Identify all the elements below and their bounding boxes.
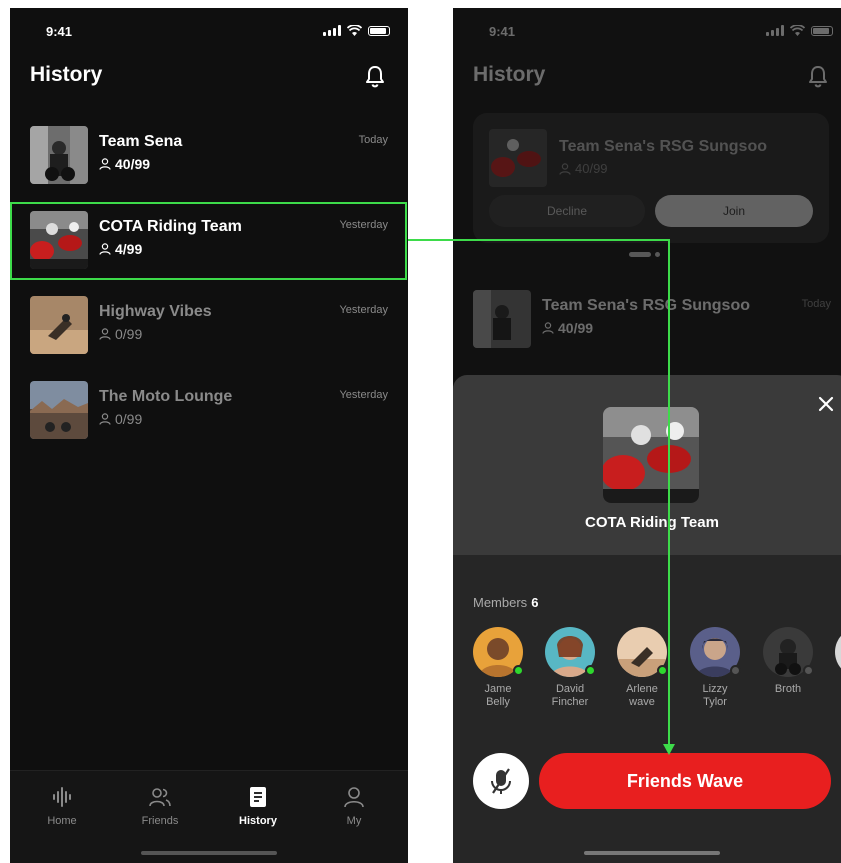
avatar — [473, 627, 524, 677]
member-name: Jame — [484, 683, 512, 695]
row-date: Yesterday — [339, 304, 388, 316]
group-name: Team Sena's RSG Sungsoo — [542, 297, 750, 314]
group-thumbnail — [30, 381, 88, 439]
member-name: Broth — [774, 683, 802, 695]
member-name: Arlene — [626, 683, 658, 695]
wifi-icon — [790, 25, 805, 36]
signal-icon — [323, 25, 341, 36]
bell-icon[interactable] — [364, 64, 386, 88]
friends-wave-button[interactable]: Friends Wave — [539, 753, 831, 809]
document-icon — [250, 787, 266, 807]
member-item[interactable]: Lizzy Tylor — [684, 627, 746, 709]
sheet-group-name: COTA Riding Team — [585, 514, 719, 531]
list-item-rsg-sungsoo[interactable]: Team Sena's RSG Sungsoo 40/99 Today — [453, 280, 841, 362]
join-button[interactable]: Join — [655, 195, 813, 227]
mic-off-icon — [491, 768, 511, 794]
invite-group-name: Team Sena's RSG Sungsoo — [559, 138, 767, 155]
invite-card: Team Sena's RSG Sungsoo 40/99 Decline Jo… — [473, 113, 829, 243]
member-item[interactable]: Arlene wave — [611, 627, 673, 709]
page-indicator — [629, 252, 660, 257]
wifi-icon — [347, 25, 362, 36]
group-thumbnail — [30, 211, 88, 269]
group-thumbnail — [473, 290, 531, 348]
members-count: 6 — [531, 595, 539, 610]
avatar — [835, 627, 841, 677]
status-time: 9:41 — [489, 24, 516, 39]
avatar — [545, 627, 596, 677]
bottom-tab-bar: Home Friends History My — [10, 770, 408, 863]
row-date: Today — [358, 134, 388, 146]
member-count: 0/99 — [99, 411, 142, 427]
friends-icon — [149, 788, 171, 807]
row-date: Today — [801, 298, 831, 310]
person-icon — [559, 162, 571, 175]
tab-home[interactable]: Home — [22, 785, 102, 827]
page-title: History — [473, 63, 546, 86]
online-indicator — [585, 665, 596, 676]
close-icon[interactable] — [817, 395, 835, 413]
history-screen: 9:41 History Team Sena 40/99 Today COTA … — [10, 8, 408, 863]
status-bar: 9:41 — [453, 22, 841, 42]
list-item-highway-vibes[interactable]: Highway Vibes 0/99 Yesterday — [10, 286, 408, 368]
online-indicator — [657, 665, 668, 676]
group-name: The Moto Lounge — [99, 388, 233, 405]
group-name: COTA Riding Team — [99, 218, 242, 235]
group-thumbnail — [489, 129, 547, 187]
tab-history[interactable]: History — [218, 785, 298, 827]
member-item-partial[interactable] — [829, 627, 841, 677]
member-item[interactable]: Broth — [757, 627, 819, 696]
list-item-team-sena[interactable]: Team Sena 40/99 Today — [10, 116, 408, 198]
home-indicator — [141, 851, 277, 855]
tab-friends[interactable]: Friends — [120, 785, 200, 827]
group-name: Highway Vibes — [99, 303, 212, 320]
group-avatar — [603, 407, 699, 503]
home-indicator — [584, 851, 720, 855]
row-date: Yesterday — [339, 219, 388, 231]
avatar — [763, 627, 814, 677]
group-sheet-header: COTA Riding Team — [453, 375, 841, 555]
battery-icon — [811, 26, 833, 36]
member-item[interactable]: Jame Belly — [467, 627, 529, 709]
member-item[interactable]: David Fincher — [539, 627, 601, 709]
offline-indicator — [803, 665, 814, 676]
group-thumbnail — [30, 126, 88, 184]
member-count: 40/99 — [99, 156, 150, 172]
avatar — [617, 627, 668, 677]
group-detail-screen: 9:41 History Team Sena's RSG Sungsoo 40/… — [453, 8, 841, 863]
offline-indicator — [730, 665, 741, 676]
online-indicator — [513, 665, 524, 676]
person-icon — [344, 787, 364, 808]
status-bar: 9:41 — [10, 22, 408, 42]
list-item-cota-riding-team[interactable]: COTA Riding Team 4/99 Yesterday — [10, 201, 408, 283]
status-time: 9:41 — [46, 24, 73, 39]
waveform-icon — [53, 787, 71, 807]
person-icon — [99, 328, 111, 340]
member-count: 0/99 — [99, 326, 142, 342]
group-thumbnail — [30, 296, 88, 354]
battery-icon — [368, 26, 390, 36]
mute-mic-button[interactable] — [473, 753, 529, 809]
member-name: Lizzy — [702, 683, 728, 695]
avatar — [690, 627, 741, 677]
person-icon — [99, 413, 111, 425]
group-sheet-body: Members 6 Jame Belly David Fincher Arlene wa… — [453, 555, 841, 863]
bell-icon[interactable] — [807, 64, 829, 88]
group-name: Team Sena — [99, 133, 183, 150]
list-item-moto-lounge[interactable]: The Moto Lounge 0/99 Yesterday — [10, 371, 408, 453]
member-count: 40/99 — [559, 161, 608, 176]
row-date: Yesterday — [339, 389, 388, 401]
member-name: David — [555, 683, 585, 695]
members-header: Members 6 — [473, 595, 539, 610]
person-icon — [542, 322, 554, 334]
person-icon — [99, 243, 111, 255]
person-icon — [99, 158, 111, 170]
decline-button[interactable]: Decline — [489, 195, 645, 227]
tab-my[interactable]: My — [314, 785, 394, 827]
member-count: 4/99 — [99, 241, 142, 257]
page-title: History — [30, 63, 103, 86]
signal-icon — [766, 25, 784, 36]
member-count: 40/99 — [542, 320, 593, 336]
